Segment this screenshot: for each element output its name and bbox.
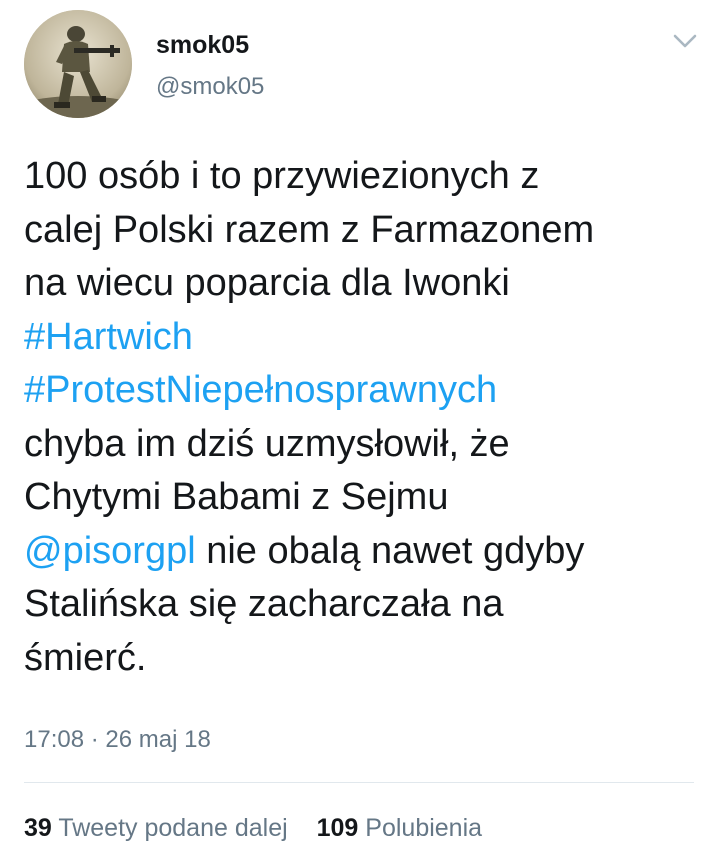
- hashtag-link[interactable]: #ProtestNiepełnosprawnych: [24, 369, 497, 411]
- tweet-text-line: na wiecu poparcia dla Iwonki: [24, 257, 694, 311]
- tweet-text: 100 osób i to przywiezionych z calej Pols…: [24, 150, 694, 685]
- tweet-text-line: 100 osób i to przywiezionych z: [24, 150, 694, 204]
- divider: [24, 782, 694, 783]
- tweet-text-segment: śmierć.: [24, 636, 147, 679]
- tweet-text-segment: na wiecu poparcia dla Iwonki: [24, 262, 510, 304]
- tweet-text-line: Chytymi Babami z Sejmu: [24, 471, 694, 525]
- chevron-down-icon[interactable]: [668, 28, 702, 54]
- hashtag-link[interactable]: #Hartwich: [24, 316, 193, 358]
- likes-label: Polubienia: [365, 814, 483, 842]
- author-handle[interactable]: @smok05: [156, 72, 264, 102]
- likes-stat[interactable]: 109 Polubienia: [317, 808, 482, 848]
- author-display-name[interactable]: smok05: [156, 30, 249, 60]
- tweet-text-line: chyba im dziś uzmysłowił, że: [24, 418, 694, 472]
- tweet-text-line: @pisorgpl nie obalą nawet gdyby: [24, 525, 694, 579]
- tweet-text-segment: calej Polski razem z Farmazonem: [24, 208, 595, 251]
- tweet-text-line: Stalińska się zacharczała na: [24, 578, 694, 632]
- tweet-text-line: calej Polski razem z Farmazonem: [24, 204, 694, 258]
- likes-count: 109: [316, 814, 359, 842]
- tweet-text-segment: nie obalą nawet gdyby: [195, 529, 585, 572]
- soldier-avatar-icon[interactable]: [24, 10, 132, 118]
- tweet-timestamp[interactable]: 17:08 · 26 maj 18: [24, 722, 211, 758]
- tweet-text-line: #ProtestNiepełnosprawnych: [24, 364, 694, 418]
- tweet-text-line: #Hartwich: [24, 311, 694, 365]
- tweet-text-segment: Stalińska się zacharczała na: [24, 583, 504, 625]
- tweet-text-segment: 100 osób i to przywiezionych z: [24, 155, 540, 197]
- mention-link[interactable]: @pisorgpl: [24, 530, 196, 572]
- tweet: smok05 @smok05 100 osób i to przywiezion…: [0, 0, 709, 867]
- tweet-text-line: śmierć.: [24, 632, 694, 686]
- retweets-count: 39: [24, 814, 52, 842]
- retweets-label: Tweety podane dalej: [58, 814, 288, 842]
- tweet-text-segment: chyba im dziś uzmysłowił, że: [24, 422, 510, 465]
- tweet-text-segment: Chytymi Babami z Sejmu: [24, 476, 449, 518]
- tweet-stats: 39 Tweety podane dalej 109 Polubienia: [24, 808, 482, 848]
- retweets-stat[interactable]: 39 Tweety podane dalej: [24, 808, 288, 848]
